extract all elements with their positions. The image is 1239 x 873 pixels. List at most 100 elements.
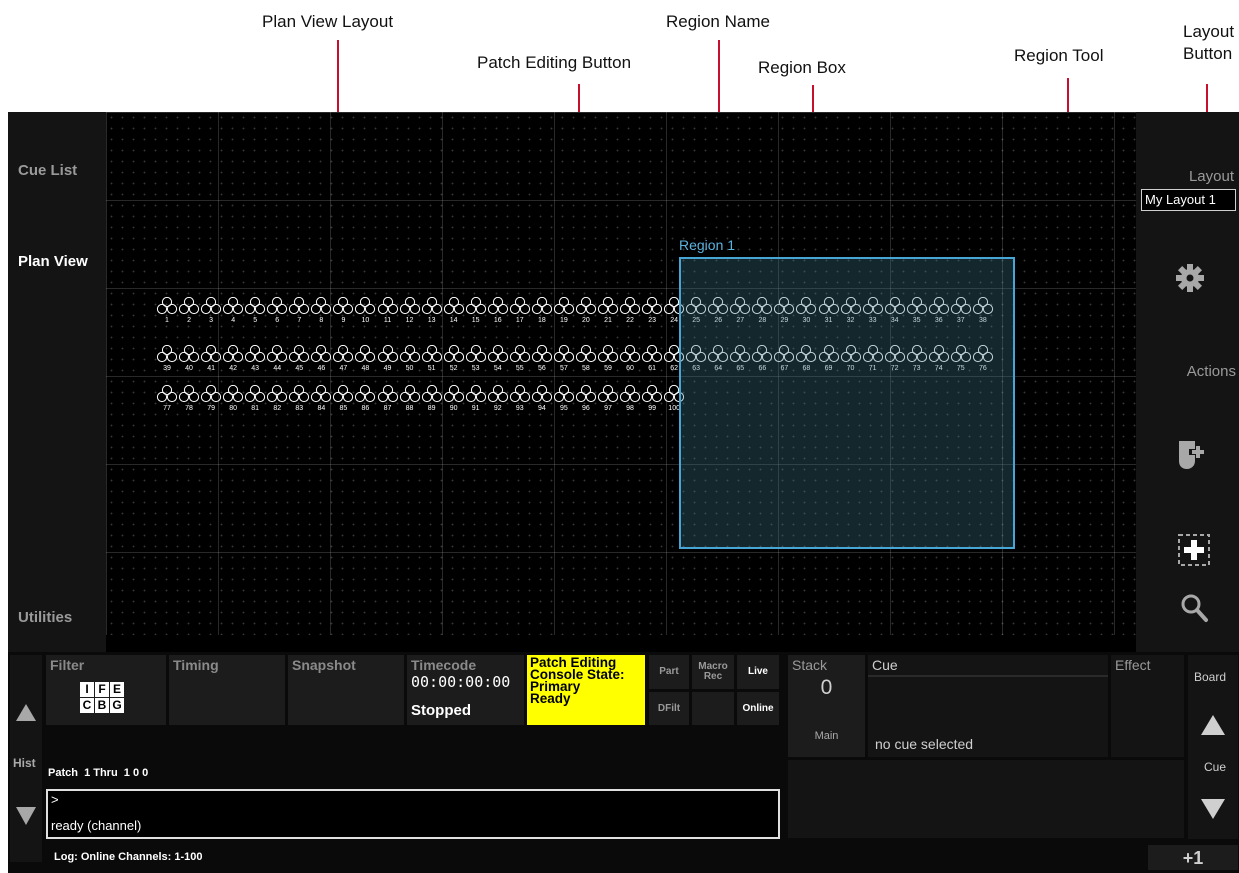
fixture-icon[interactable] [465, 345, 487, 363]
timing-cell[interactable]: Timing [169, 655, 285, 725]
fixture-icon[interactable] [178, 345, 200, 363]
fixture-icon[interactable] [377, 345, 399, 363]
gear-icon[interactable] [1172, 260, 1208, 296]
fixture-icon[interactable] [575, 297, 597, 315]
fixture-icon[interactable] [399, 385, 421, 403]
fixture-icon[interactable] [531, 297, 553, 315]
effect-cell[interactable]: Effect [1111, 655, 1184, 757]
part-button[interactable]: Part [649, 655, 689, 689]
fixture-icon[interactable] [553, 297, 575, 315]
fixture-icon[interactable] [465, 385, 487, 403]
fixture-icon[interactable] [399, 345, 421, 363]
fixture-icon[interactable] [619, 345, 641, 363]
fixture-icon[interactable] [377, 385, 399, 403]
fixture-icon[interactable] [509, 297, 531, 315]
patch-editing-button[interactable]: Patch Editing Console State: Primary Rea… [527, 655, 645, 725]
fixture-icon[interactable] [641, 385, 663, 403]
fixture-icon[interactable] [487, 297, 509, 315]
snapshot-cell[interactable]: Snapshot [288, 655, 404, 725]
cue-up-arrow-icon[interactable] [1188, 707, 1238, 742]
fixture-icon[interactable] [200, 345, 222, 363]
fixture-icon[interactable] [178, 385, 200, 403]
command-input[interactable]: > ready (channel) [46, 789, 780, 839]
region-box[interactable] [679, 257, 1015, 549]
magnifier-icon[interactable] [1176, 590, 1212, 626]
fixture-icon[interactable] [156, 385, 178, 403]
fixture-icon[interactable] [288, 345, 310, 363]
board-label[interactable]: Board [1194, 670, 1226, 684]
fixture-icon[interactable] [421, 297, 443, 315]
fixture-icon[interactable] [332, 345, 354, 363]
filter-cell[interactable]: Filter I F E C B G [46, 655, 166, 725]
fixture-icon[interactable] [266, 297, 288, 315]
fixture-icon[interactable] [597, 385, 619, 403]
fixture-icon[interactable] [487, 385, 509, 403]
timecode-cell[interactable]: Timecode 00:00:00:00 Stopped [407, 655, 524, 725]
fixture-icon[interactable] [178, 297, 200, 315]
fixture-icon[interactable] [266, 385, 288, 403]
fixture-icon[interactable] [641, 345, 663, 363]
fixture-icon[interactable] [531, 385, 553, 403]
macro-rec-button[interactable]: Macro Rec [692, 655, 734, 689]
fixture-icon[interactable] [288, 385, 310, 403]
fixture-icon[interactable] [421, 345, 443, 363]
dfilt-button[interactable]: DFilt [649, 692, 689, 725]
fixture-icon[interactable] [641, 297, 663, 315]
fixture-icon[interactable] [244, 345, 266, 363]
fixture-icon[interactable] [575, 345, 597, 363]
fixture-icon[interactable] [465, 297, 487, 315]
live-button[interactable]: Live [737, 655, 779, 689]
fixture-icon[interactable] [531, 345, 553, 363]
fixture-icon[interactable] [509, 385, 531, 403]
fixture-icon[interactable] [354, 385, 376, 403]
fixture-icon[interactable] [244, 297, 266, 315]
fixture-icon[interactable] [200, 385, 222, 403]
fixture-icon[interactable] [222, 297, 244, 315]
fixture-icon[interactable] [377, 297, 399, 315]
hist-label[interactable]: Hist [13, 756, 36, 770]
fixture-icon[interactable] [288, 297, 310, 315]
fixture-icon[interactable] [443, 297, 465, 315]
fixture-icon[interactable] [553, 385, 575, 403]
fixture-icon[interactable] [310, 385, 332, 403]
nav-utilities[interactable]: Utilities [18, 609, 72, 626]
add-channel-icon[interactable] [1172, 437, 1208, 473]
fixture-icon[interactable] [266, 345, 288, 363]
nav-cue-list[interactable]: Cue List [18, 162, 77, 179]
blank-button[interactable] [692, 692, 734, 725]
stack-cell[interactable]: Stack 0 Main [788, 655, 865, 757]
fixture-icon[interactable] [244, 385, 266, 403]
fixture-icon[interactable] [597, 297, 619, 315]
fixture-icon[interactable] [156, 297, 178, 315]
region-name[interactable]: Region 1 [679, 237, 735, 253]
nav-plan-view[interactable]: Plan View [18, 253, 88, 270]
fixture-icon[interactable] [575, 385, 597, 403]
fixture-icon[interactable] [399, 297, 421, 315]
region-tool-icon[interactable] [1176, 532, 1212, 568]
plus-one-button[interactable]: +1 [1148, 845, 1238, 870]
fixture-icon[interactable] [443, 345, 465, 363]
fixture-icon[interactable] [553, 345, 575, 363]
fixture-icon[interactable] [421, 385, 443, 403]
online-button[interactable]: Online [737, 692, 779, 725]
cue-cell[interactable]: Cue no cue selected [868, 655, 1108, 757]
fixture-icon[interactable] [354, 297, 376, 315]
fixture-icon[interactable] [200, 297, 222, 315]
fixture-icon[interactable] [619, 297, 641, 315]
fixture-icon[interactable] [222, 345, 244, 363]
fixture-icon[interactable] [597, 345, 619, 363]
fixture-icon[interactable] [619, 385, 641, 403]
hist-up-arrow-icon[interactable] [10, 697, 42, 727]
fixture-icon[interactable] [509, 345, 531, 363]
fixture-icon[interactable] [443, 385, 465, 403]
fixture-icon[interactable] [332, 297, 354, 315]
cue-down-arrow-icon[interactable] [1188, 789, 1238, 829]
fixture-icon[interactable] [310, 345, 332, 363]
layout-button[interactable]: My Layout 1 [1141, 189, 1236, 211]
fixture-icon[interactable] [332, 385, 354, 403]
fixture-icon[interactable] [156, 345, 178, 363]
fixture-icon[interactable] [487, 345, 509, 363]
fixture-icon[interactable] [310, 297, 332, 315]
plan-view-canvas[interactable]: 1 2 3 4 5 6 7 8 9 10 11 12 13 14 15 16 17 18 19 20 21 22 23 24 2… [106, 112, 1136, 635]
fixture-icon[interactable] [222, 385, 244, 403]
